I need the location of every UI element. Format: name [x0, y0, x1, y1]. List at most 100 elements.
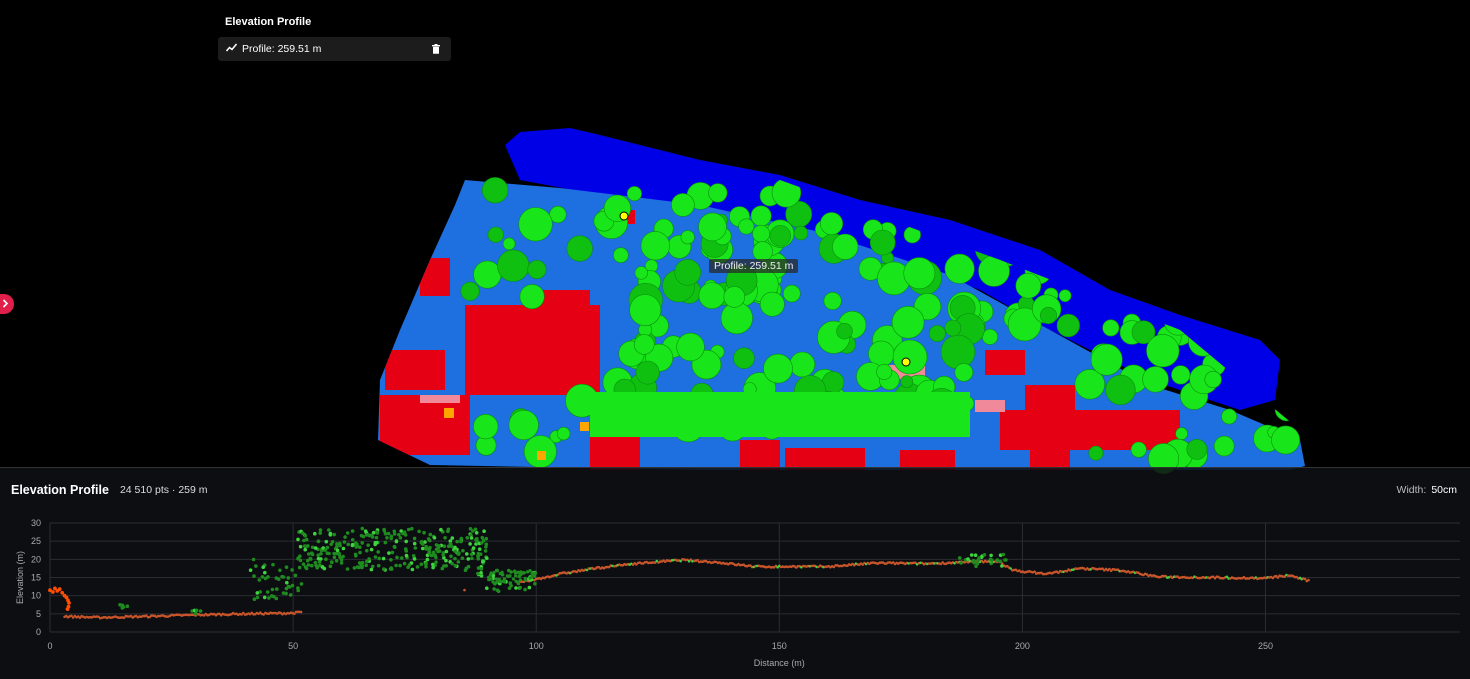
vegetation-point — [410, 526, 414, 531]
tree-canopy — [981, 328, 998, 345]
vegetation-point — [382, 567, 386, 571]
tree-canopy — [633, 334, 655, 355]
vegetation-point — [481, 559, 485, 564]
vegetation-point — [334, 559, 339, 563]
tree-canopy — [1204, 370, 1222, 389]
lawn-area — [590, 392, 970, 437]
vegetation-point — [518, 585, 522, 590]
vegetation-point — [398, 563, 402, 568]
vegetation-point — [306, 544, 310, 548]
vegetation-point — [345, 531, 350, 535]
vegetation-point — [507, 586, 512, 590]
vegetation-point — [444, 549, 449, 554]
trash-icon[interactable] — [429, 42, 443, 56]
elevation-profile-chart[interactable]: 0510152025300 50 100 150 200 250Distance (m)E… — [0, 468, 1470, 679]
tree-canopy — [1142, 366, 1169, 393]
vegetation-point — [263, 570, 267, 575]
vegetation-point — [959, 561, 963, 565]
vegetation-point — [518, 578, 523, 582]
vegetation-point — [389, 534, 394, 539]
tree-canopy — [723, 286, 746, 308]
vegetation-point — [332, 551, 336, 556]
tree-canopy — [944, 253, 975, 284]
tree-canopy — [708, 183, 728, 203]
vegetation-point — [358, 550, 362, 555]
vegetation-point — [427, 551, 431, 555]
ground-point — [1303, 577, 1307, 581]
vegetation-point — [494, 577, 498, 581]
vegetation-point — [303, 547, 308, 552]
vegetation-point — [387, 551, 391, 555]
tree-canopy — [869, 229, 896, 256]
tree-canopy — [518, 207, 553, 242]
vegetation-point — [417, 529, 421, 534]
y-tick-label: 0 — [36, 627, 41, 637]
tree-canopy — [900, 375, 914, 389]
tree-canopy — [508, 409, 539, 441]
profile-end-marker[interactable] — [901, 357, 911, 367]
vegetation-point — [303, 565, 308, 569]
tree-canopy — [733, 347, 755, 369]
vegetation-point — [400, 556, 404, 560]
vegetation-point — [450, 561, 455, 566]
tree-canopy — [769, 225, 791, 247]
vegetation-point — [394, 563, 398, 568]
vegetation-point — [323, 548, 328, 552]
tree-canopy — [676, 332, 705, 362]
vegetation-point — [263, 576, 268, 581]
vegetation-point — [436, 549, 440, 554]
vegetation-point — [465, 552, 469, 556]
vegetation-point — [303, 534, 308, 538]
vegetation-point — [330, 560, 334, 565]
profile-measurement-item[interactable]: Profile: 259.51 m — [218, 37, 451, 61]
unclassified-point — [65, 607, 70, 611]
profile-measurement-label: Profile: 259.51 m — [242, 43, 322, 55]
vegetation-point — [299, 582, 304, 586]
vegetation-point — [428, 532, 433, 537]
vegetation-point — [337, 552, 342, 557]
vegetation-point — [433, 553, 438, 557]
vegetation-point — [404, 553, 409, 558]
tree-canopy — [502, 237, 516, 251]
vegetation-point — [404, 539, 409, 544]
vegetation-point — [988, 557, 993, 562]
tree-canopy — [1040, 306, 1058, 324]
vegetation-point — [365, 532, 370, 537]
vegetation-point — [492, 570, 496, 575]
y-tick-label: 15 — [31, 573, 41, 583]
vegetation-point — [383, 540, 388, 545]
x-tick-label: 50 — [288, 641, 298, 651]
y-tick-label: 5 — [36, 609, 41, 619]
vegetation-point — [448, 542, 453, 547]
vegetation-point — [419, 540, 424, 545]
vegetation-point — [424, 561, 428, 566]
tree-canopy — [832, 233, 859, 260]
tree-canopy — [782, 284, 801, 303]
tree-canopy — [944, 319, 962, 337]
vegetation-point — [513, 571, 518, 575]
vegetation-point — [479, 571, 483, 575]
vegetation-point — [431, 562, 435, 567]
vegetation-point — [1001, 552, 1006, 557]
vegetation-point — [370, 564, 375, 569]
vegetation-point — [406, 527, 411, 532]
vegetation-point — [353, 552, 358, 557]
profile-start-marker[interactable] — [619, 211, 629, 221]
tree-canopy — [640, 231, 670, 261]
vegetation-point — [392, 544, 397, 549]
vegetation-point — [995, 558, 1000, 563]
tree-canopy — [1130, 441, 1147, 458]
vegetation-point — [969, 553, 974, 557]
vegetation-point — [316, 556, 321, 561]
vegetation-point — [474, 538, 478, 542]
vegetation-point — [455, 539, 460, 544]
vegetation-point — [506, 574, 510, 579]
vegetation-point — [370, 535, 375, 539]
tree-canopy — [1015, 272, 1042, 299]
vegetation-point — [442, 544, 447, 548]
vegetation-point — [296, 556, 300, 561]
vegetation-point — [398, 536, 403, 540]
vegetation-point — [461, 548, 465, 553]
vegetation-point — [284, 586, 289, 591]
vegetation-point — [376, 550, 381, 554]
